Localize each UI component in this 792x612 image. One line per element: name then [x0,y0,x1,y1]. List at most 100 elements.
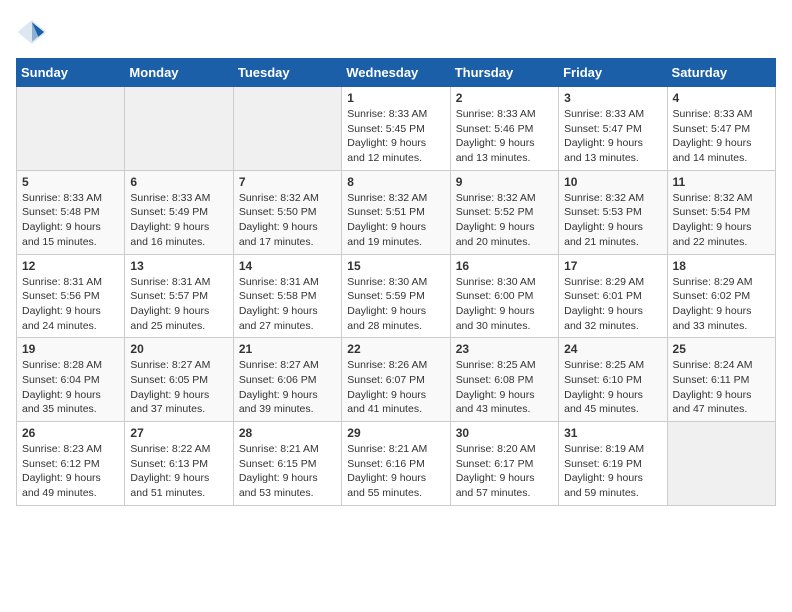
day-number: 29 [347,426,444,440]
calendar-cell [17,87,125,171]
day-number: 6 [130,175,227,189]
day-info: Sunrise: 8:28 AMSunset: 6:04 PMDaylight:… [22,358,119,417]
calendar-cell: 22 Sunrise: 8:26 AMSunset: 6:07 PMDaylig… [342,338,450,422]
calendar-cell: 19 Sunrise: 8:28 AMSunset: 6:04 PMDaylig… [17,338,125,422]
calendar-table: SundayMondayTuesdayWednesdayThursdayFrid… [16,58,776,506]
calendar-cell: 14 Sunrise: 8:31 AMSunset: 5:58 PMDaylig… [233,254,341,338]
day-info: Sunrise: 8:33 AMSunset: 5:49 PMDaylight:… [130,191,227,250]
day-info: Sunrise: 8:25 AMSunset: 6:10 PMDaylight:… [564,358,661,417]
day-number: 9 [456,175,553,189]
day-info: Sunrise: 8:27 AMSunset: 6:06 PMDaylight:… [239,358,336,417]
day-number: 14 [239,259,336,273]
calendar-cell: 16 Sunrise: 8:30 AMSunset: 6:00 PMDaylig… [450,254,558,338]
calendar-cell: 30 Sunrise: 8:20 AMSunset: 6:17 PMDaylig… [450,422,558,506]
day-info: Sunrise: 8:32 AMSunset: 5:53 PMDaylight:… [564,191,661,250]
day-info: Sunrise: 8:32 AMSunset: 5:51 PMDaylight:… [347,191,444,250]
day-number: 25 [673,342,770,356]
day-info: Sunrise: 8:30 AMSunset: 5:59 PMDaylight:… [347,275,444,334]
calendar-cell [233,87,341,171]
weekday-header-sunday: Sunday [17,59,125,87]
day-number: 8 [347,175,444,189]
day-info: Sunrise: 8:32 AMSunset: 5:50 PMDaylight:… [239,191,336,250]
day-number: 18 [673,259,770,273]
calendar-cell: 1 Sunrise: 8:33 AMSunset: 5:45 PMDayligh… [342,87,450,171]
calendar-cell: 26 Sunrise: 8:23 AMSunset: 6:12 PMDaylig… [17,422,125,506]
day-number: 20 [130,342,227,356]
day-info: Sunrise: 8:33 AMSunset: 5:47 PMDaylight:… [673,107,770,166]
day-info: Sunrise: 8:31 AMSunset: 5:56 PMDaylight:… [22,275,119,334]
day-info: Sunrise: 8:20 AMSunset: 6:17 PMDaylight:… [456,442,553,501]
day-info: Sunrise: 8:23 AMSunset: 6:12 PMDaylight:… [22,442,119,501]
day-info: Sunrise: 8:19 AMSunset: 6:19 PMDaylight:… [564,442,661,501]
day-number: 3 [564,91,661,105]
calendar-cell: 23 Sunrise: 8:25 AMSunset: 6:08 PMDaylig… [450,338,558,422]
day-number: 4 [673,91,770,105]
day-number: 2 [456,91,553,105]
calendar-cell: 7 Sunrise: 8:32 AMSunset: 5:50 PMDayligh… [233,170,341,254]
calendar-cell: 29 Sunrise: 8:21 AMSunset: 6:16 PMDaylig… [342,422,450,506]
day-number: 19 [22,342,119,356]
calendar-cell: 28 Sunrise: 8:21 AMSunset: 6:15 PMDaylig… [233,422,341,506]
day-number: 27 [130,426,227,440]
week-row-5: 26 Sunrise: 8:23 AMSunset: 6:12 PMDaylig… [17,422,776,506]
day-number: 26 [22,426,119,440]
week-row-2: 5 Sunrise: 8:33 AMSunset: 5:48 PMDayligh… [17,170,776,254]
page-header [16,16,776,48]
calendar-cell: 17 Sunrise: 8:29 AMSunset: 6:01 PMDaylig… [559,254,667,338]
day-number: 12 [22,259,119,273]
calendar-cell: 20 Sunrise: 8:27 AMSunset: 6:05 PMDaylig… [125,338,233,422]
day-number: 31 [564,426,661,440]
weekday-header-thursday: Thursday [450,59,558,87]
day-number: 22 [347,342,444,356]
day-number: 30 [456,426,553,440]
day-info: Sunrise: 8:29 AMSunset: 6:02 PMDaylight:… [673,275,770,334]
day-number: 28 [239,426,336,440]
day-number: 16 [456,259,553,273]
week-row-1: 1 Sunrise: 8:33 AMSunset: 5:45 PMDayligh… [17,87,776,171]
calendar-cell: 5 Sunrise: 8:33 AMSunset: 5:48 PMDayligh… [17,170,125,254]
day-info: Sunrise: 8:33 AMSunset: 5:48 PMDaylight:… [22,191,119,250]
day-info: Sunrise: 8:21 AMSunset: 6:16 PMDaylight:… [347,442,444,501]
day-number: 23 [456,342,553,356]
day-info: Sunrise: 8:27 AMSunset: 6:05 PMDaylight:… [130,358,227,417]
calendar-cell [667,422,775,506]
day-number: 21 [239,342,336,356]
week-row-3: 12 Sunrise: 8:31 AMSunset: 5:56 PMDaylig… [17,254,776,338]
calendar-cell: 15 Sunrise: 8:30 AMSunset: 5:59 PMDaylig… [342,254,450,338]
day-info: Sunrise: 8:30 AMSunset: 6:00 PMDaylight:… [456,275,553,334]
weekday-header-monday: Monday [125,59,233,87]
day-info: Sunrise: 8:21 AMSunset: 6:15 PMDaylight:… [239,442,336,501]
calendar-cell: 24 Sunrise: 8:25 AMSunset: 6:10 PMDaylig… [559,338,667,422]
day-number: 10 [564,175,661,189]
calendar-cell: 31 Sunrise: 8:19 AMSunset: 6:19 PMDaylig… [559,422,667,506]
day-info: Sunrise: 8:31 AMSunset: 5:58 PMDaylight:… [239,275,336,334]
day-info: Sunrise: 8:24 AMSunset: 6:11 PMDaylight:… [673,358,770,417]
weekday-header-friday: Friday [559,59,667,87]
day-info: Sunrise: 8:29 AMSunset: 6:01 PMDaylight:… [564,275,661,334]
calendar-cell: 25 Sunrise: 8:24 AMSunset: 6:11 PMDaylig… [667,338,775,422]
day-info: Sunrise: 8:32 AMSunset: 5:54 PMDaylight:… [673,191,770,250]
day-number: 7 [239,175,336,189]
calendar-cell: 13 Sunrise: 8:31 AMSunset: 5:57 PMDaylig… [125,254,233,338]
day-info: Sunrise: 8:31 AMSunset: 5:57 PMDaylight:… [130,275,227,334]
weekday-header-wednesday: Wednesday [342,59,450,87]
calendar-cell: 8 Sunrise: 8:32 AMSunset: 5:51 PMDayligh… [342,170,450,254]
week-row-4: 19 Sunrise: 8:28 AMSunset: 6:04 PMDaylig… [17,338,776,422]
day-number: 13 [130,259,227,273]
day-info: Sunrise: 8:33 AMSunset: 5:45 PMDaylight:… [347,107,444,166]
day-number: 11 [673,175,770,189]
calendar-cell: 18 Sunrise: 8:29 AMSunset: 6:02 PMDaylig… [667,254,775,338]
calendar-cell: 3 Sunrise: 8:33 AMSunset: 5:47 PMDayligh… [559,87,667,171]
calendar-cell: 11 Sunrise: 8:32 AMSunset: 5:54 PMDaylig… [667,170,775,254]
day-number: 17 [564,259,661,273]
calendar-cell: 2 Sunrise: 8:33 AMSunset: 5:46 PMDayligh… [450,87,558,171]
day-number: 5 [22,175,119,189]
day-info: Sunrise: 8:32 AMSunset: 5:52 PMDaylight:… [456,191,553,250]
weekday-header-row: SundayMondayTuesdayWednesdayThursdayFrid… [17,59,776,87]
day-info: Sunrise: 8:26 AMSunset: 6:07 PMDaylight:… [347,358,444,417]
calendar-cell: 10 Sunrise: 8:32 AMSunset: 5:53 PMDaylig… [559,170,667,254]
logo-icon [16,16,48,48]
day-number: 1 [347,91,444,105]
calendar-cell: 4 Sunrise: 8:33 AMSunset: 5:47 PMDayligh… [667,87,775,171]
day-number: 24 [564,342,661,356]
